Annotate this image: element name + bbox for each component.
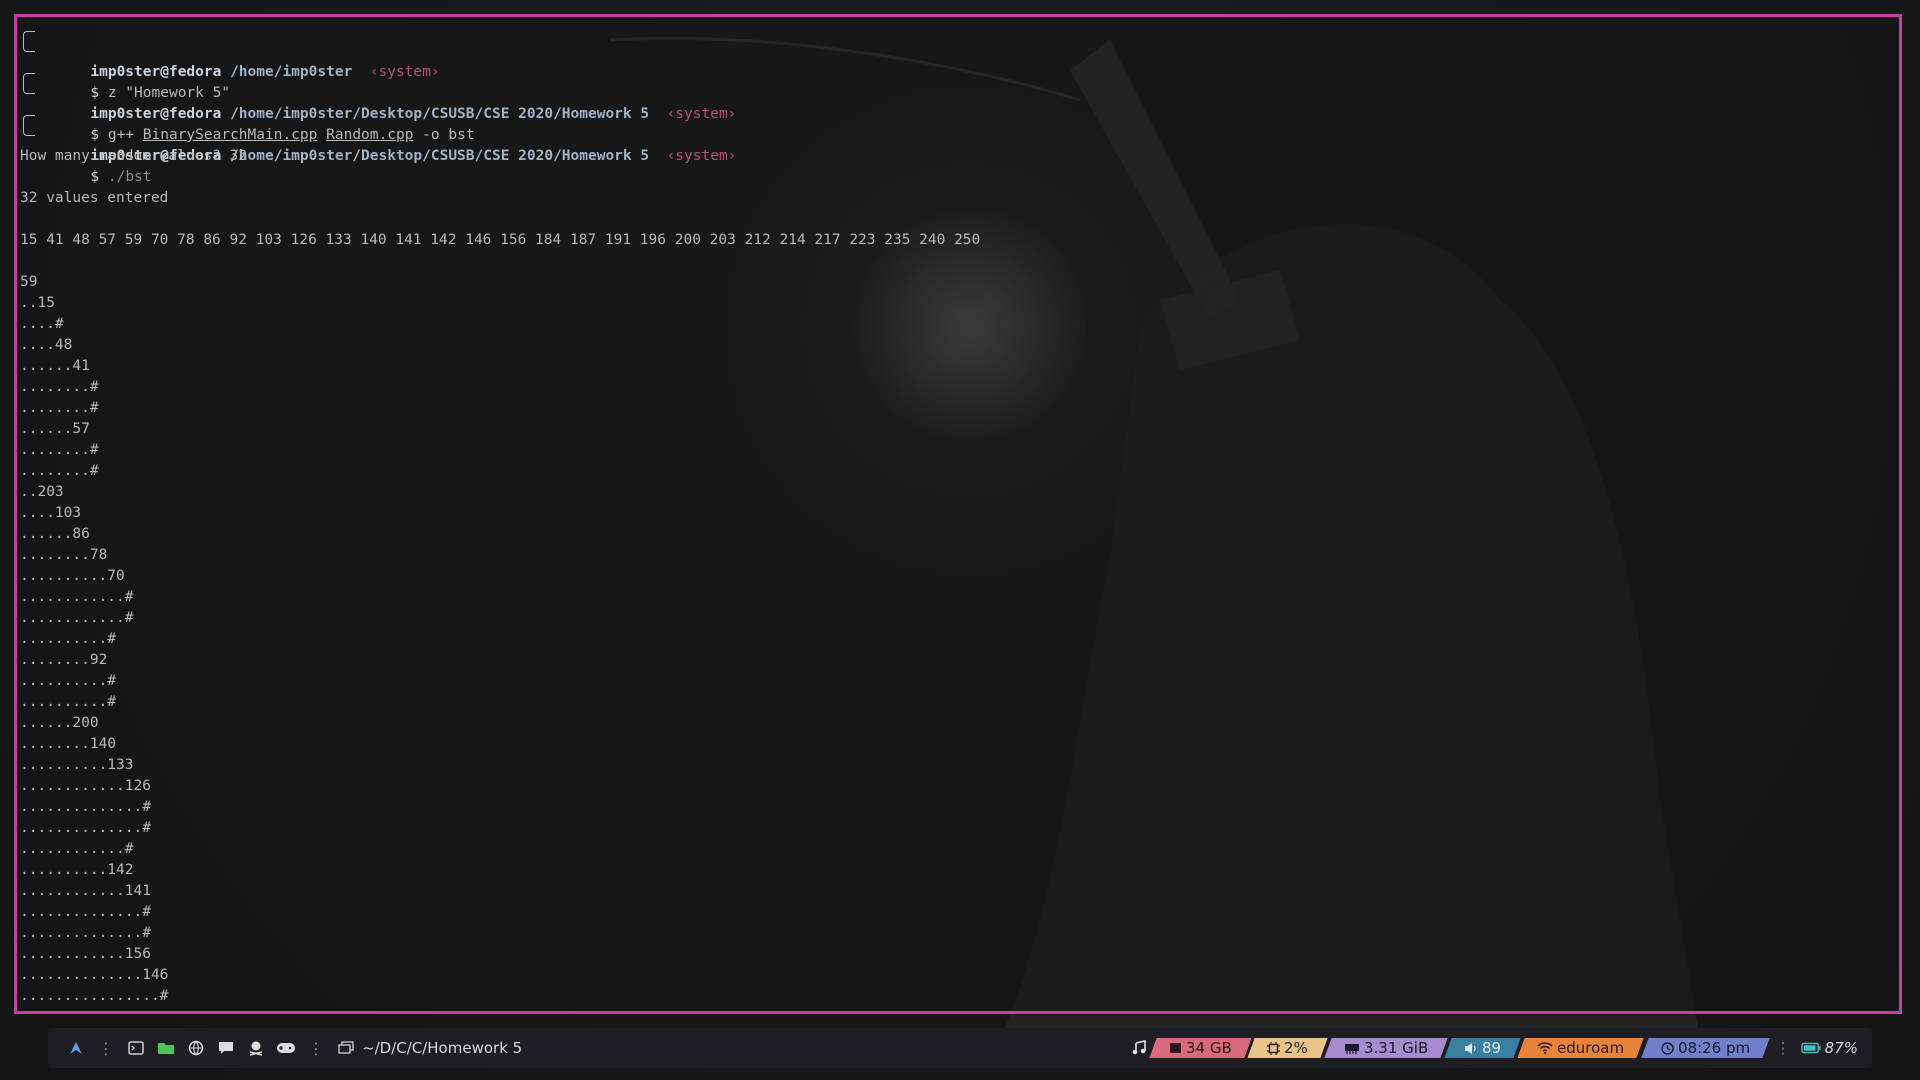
output-line: ........#: [20, 400, 99, 416]
more-status-icon[interactable]: ⋮: [1770, 1039, 1797, 1057]
clock-value: 08:26 pm: [1677, 1039, 1750, 1057]
output-line: ..........133: [20, 757, 134, 773]
separator-dots-icon: ⋮: [308, 1038, 324, 1058]
output-line: ........#: [20, 442, 99, 458]
speaker-icon: [1465, 1042, 1477, 1054]
memory-icon: [1345, 1043, 1360, 1054]
more-icon[interactable]: ⋮: [96, 1039, 116, 1058]
output-line: ........#: [20, 463, 99, 479]
output-line: ......200: [20, 715, 99, 731]
output-line: ....#: [20, 316, 64, 332]
terminal-app-icon[interactable]: [126, 1038, 146, 1058]
volume-value: 89: [1482, 1039, 1502, 1057]
taskbar: ⋮ ⋮ ~/D/C/C/Homework 5 34 GB 2% 3.31 GiB…: [48, 1028, 1872, 1068]
clock-icon: [1660, 1041, 1674, 1055]
output-line: ..........142: [20, 862, 134, 878]
output-line: 59: [20, 274, 38, 290]
terminal-output: imp0ster@fedora /home/imp0ster ‹system› …: [20, 20, 1899, 1007]
cpu-value: 2%: [1284, 1039, 1309, 1057]
clock-status[interactable]: 08:26 pm: [1640, 1038, 1770, 1058]
volume-status[interactable]: 89: [1444, 1038, 1522, 1058]
output-line: ..........70: [20, 568, 125, 584]
workspace-path[interactable]: ~/D/C/C/Homework 5: [362, 1039, 522, 1057]
window-icon: [336, 1038, 356, 1058]
output-line: ............#: [20, 841, 134, 857]
chat-icon[interactable]: [216, 1038, 236, 1058]
wifi-icon: [1537, 1042, 1553, 1054]
launcher-icon[interactable]: [66, 1038, 86, 1058]
disk-icon: [1169, 1043, 1181, 1053]
skull-icon[interactable]: [246, 1038, 266, 1058]
output-line: ..........#: [20, 631, 117, 647]
output-line: ........#: [20, 379, 99, 395]
output-line: 15 41 48 57 59 70 78 86 92 103 126 133 1…: [20, 232, 981, 248]
output-line: ..........#: [20, 673, 117, 689]
prompt-line: imp0ster@fedora /home/imp0ster ‹system›: [20, 20, 1899, 80]
output-line: ..........#: [20, 694, 117, 710]
output-line: ..............#: [20, 904, 151, 920]
music-icon[interactable]: [1129, 1038, 1149, 1058]
command-line: $ g++ BinarySearchMain.cpp Random.cpp -o…: [20, 83, 1899, 143]
command-line: $ ./bst: [20, 125, 1899, 185]
prompt-line: imp0ster@fedora /home/imp0ster/Desktop/C…: [20, 104, 1899, 164]
output-line: ............#: [20, 589, 134, 605]
output-line: ............126: [20, 778, 151, 794]
network-value: eduroam: [1557, 1039, 1625, 1057]
output-line: ........78: [20, 547, 108, 563]
battery-value: 87%: [1824, 1039, 1858, 1057]
output-line: ....48: [20, 337, 73, 353]
command-line: $ z "Homework 5": [20, 41, 1899, 101]
network-status[interactable]: eduroam: [1517, 1038, 1645, 1058]
browser-globe-icon[interactable]: [186, 1038, 206, 1058]
output-line: ............#: [20, 610, 134, 626]
output-line: ....103: [20, 505, 82, 521]
terminal-window[interactable]: imp0ster@fedora /home/imp0ster ‹system› …: [14, 14, 1902, 1014]
output-line: ........92: [20, 652, 108, 668]
output-line: ..............#: [20, 799, 151, 815]
cpu-icon: [1267, 1041, 1281, 1055]
memory-value: 3.31 GiB: [1364, 1039, 1429, 1057]
output-line: ..............#: [20, 820, 151, 836]
output-line: ............141: [20, 883, 151, 899]
output-line: How many random values? 32: [20, 148, 247, 164]
gamepad-icon[interactable]: [276, 1038, 296, 1058]
battery-icon: [1800, 1038, 1821, 1058]
prompt-line: imp0ster@fedora /home/imp0ster/Desktop/C…: [20, 62, 1899, 122]
cpu-status[interactable]: 2%: [1247, 1038, 1328, 1058]
output-line: 32 values entered: [20, 190, 169, 206]
disk-status[interactable]: 34 GB: [1148, 1038, 1251, 1058]
output-line: ......57: [20, 421, 90, 437]
output-line: ..............146: [20, 967, 169, 983]
folder-icon[interactable]: [156, 1038, 176, 1058]
output-line: ..............#: [20, 925, 151, 941]
output-line: ......86: [20, 526, 90, 542]
output-line: ..203: [20, 484, 64, 500]
output-line: ........140: [20, 736, 117, 752]
memory-status[interactable]: 3.31 GiB: [1324, 1038, 1448, 1058]
output-line: ......41: [20, 358, 90, 374]
disk-value: 34 GB: [1185, 1039, 1232, 1057]
output-line: ................#: [20, 988, 169, 1004]
output-line: ............156: [20, 946, 151, 962]
output-line: ..15: [20, 295, 55, 311]
